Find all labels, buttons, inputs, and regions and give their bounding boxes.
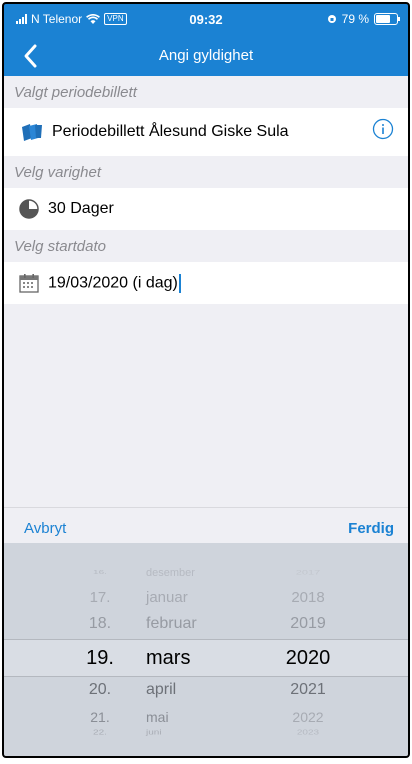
picker-month-selected: mars [146,647,191,669]
battery-percent: 79 % [341,12,369,26]
ticket-icon [22,124,42,141]
picker-day: 22. [93,728,107,737]
startdate-input[interactable]: 19/03/2020 (i dag) [48,273,181,293]
done-button[interactable]: Ferdig [348,520,394,537]
ticket-value: Periodebillett Ålesund Giske Sula [52,123,289,140]
app-screen: N Telenor VPN 09:32 79 % Angi gyldighet … [2,2,410,758]
date-picker[interactable]: 16. 17. 18. 19. 20. 21. 22. desember jan… [4,543,408,756]
picker-day: 17. [89,589,111,606]
picker-day: 18. [88,615,112,632]
navigation-bar: Angi gyldighet [4,36,408,76]
battery-fill [376,15,390,23]
duration-section-label: Velg varighet [4,156,408,188]
picker-month: mai [146,709,169,725]
picker-day: 21. [90,709,110,725]
picker-day-selected: 19. [86,647,114,669]
picker-toolbar: Avbryt Ferdig [4,507,408,544]
duration-value: 30 Dager [48,200,114,217]
picker-year: 2018 [291,589,325,606]
startdate-value: 19/03/2020 (i dag) [48,274,178,292]
picker-month: desember [146,567,195,579]
app-header: N Telenor VPN 09:32 79 % Angi gyldighet [4,4,408,76]
calendar-icon [19,274,39,293]
picker-year: 2019 [290,615,326,632]
battery-icon [374,13,400,25]
clock-icon [19,199,39,219]
picker-month: januar [146,589,188,606]
spacer [4,304,408,367]
picker-month-column[interactable]: desember januar februar mars april mai j… [146,543,256,756]
picker-year-column[interactable]: 2017 2018 2019 2020 2021 2022 2023 [270,543,346,756]
startdate-row[interactable]: 19/03/2020 (i dag) [4,262,408,305]
text-cursor [178,273,181,293]
ticket-row[interactable]: Periodebillett Ålesund Giske Sula [4,108,408,157]
ticket-section-label: Valgt periodebillett [4,76,408,108]
empty-area [4,367,408,507]
cancel-button[interactable]: Avbryt [24,520,66,537]
picker-day: 20. [88,681,112,698]
duration-row[interactable]: 30 Dager [4,188,408,231]
picker-year: 2021 [290,681,326,698]
picker-day-column[interactable]: 16. 17. 18. 19. 20. 21. 22. [70,543,130,756]
picker-day: 16. [93,569,107,576]
page-title: Angi gyldighet [158,47,254,64]
picker-year-selected: 2020 [285,647,331,669]
picker-year: 2023 [296,728,320,737]
startdate-section-label: Velg startdato [4,230,408,262]
status-right: 79 % [327,12,400,26]
picker-month: juni [146,728,162,737]
picker-month: februar [146,615,197,632]
picker-month: april [146,681,177,698]
status-bar: N Telenor VPN 09:32 79 % [4,4,408,34]
info-icon[interactable] [372,118,394,140]
picker-year: 2017 [295,569,321,577]
picker-year: 2022 [292,709,324,725]
orientation-lock-icon [327,15,336,23]
